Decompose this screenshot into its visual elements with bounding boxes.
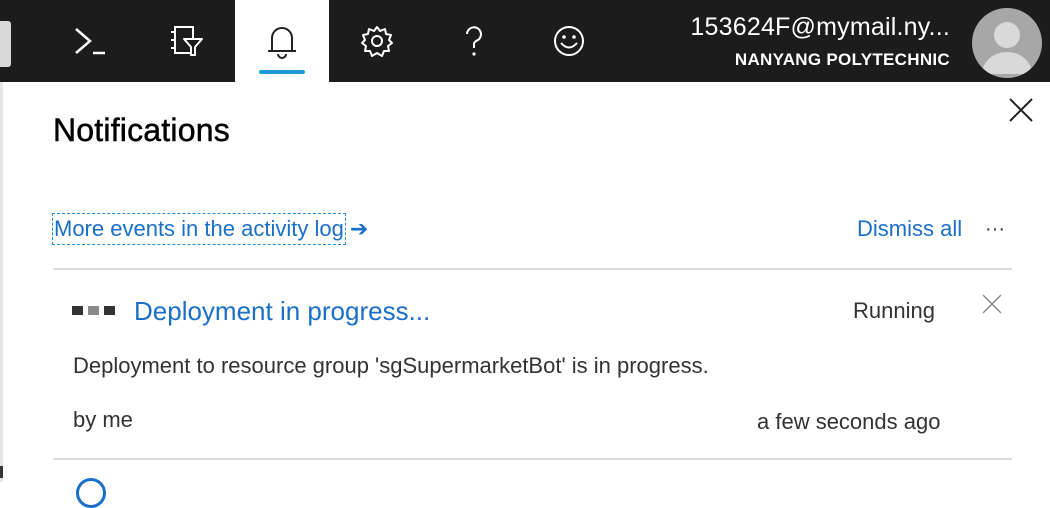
- divider: [53, 268, 1012, 270]
- notification-author: by me: [73, 407, 133, 432]
- feedback-smiley-icon: [554, 26, 584, 56]
- avatar[interactable]: [972, 8, 1042, 78]
- dismiss-notification-button[interactable]: [981, 293, 1003, 315]
- notification-description: Deployment to resource group 'sgSupermar…: [73, 353, 709, 378]
- progress-dots-icon: [72, 306, 116, 317]
- cloud-shell-icon: [75, 28, 105, 55]
- panel-edge: [0, 82, 3, 482]
- directory-filter-icon: [171, 26, 203, 56]
- notification-title[interactable]: Deployment in progress...: [134, 295, 430, 327]
- panel-edge-marker: [0, 466, 3, 478]
- top-bar: 153624F@mymail.ny... NANYANG POLYTECHNIC: [0, 0, 1050, 82]
- notifications-button[interactable]: [235, 0, 329, 82]
- help-question-icon: [466, 26, 482, 56]
- activity-log-link[interactable]: More events in the activity log ➔: [52, 212, 368, 246]
- directory-filter-button[interactable]: [139, 0, 233, 82]
- notification-timestamp: a few seconds ago: [757, 409, 941, 434]
- close-icon: [982, 294, 1002, 314]
- close-icon: [1009, 98, 1033, 122]
- active-tab-indicator: [259, 70, 305, 74]
- next-notification-icon: [76, 478, 106, 508]
- notifications-bell-icon: [268, 27, 296, 59]
- settings-gear-icon: [361, 26, 393, 57]
- account-menu[interactable]: 153624F@mymail.ny... NANYANG POLYTECHNIC: [690, 10, 950, 72]
- account-organization: NANYANG POLYTECHNIC: [734, 50, 950, 69]
- account-email: 153624F@mymail.ny...: [690, 13, 950, 41]
- dismiss-all-button[interactable]: Dismiss all: [857, 215, 962, 243]
- settings-button[interactable]: [330, 0, 424, 82]
- sidebar-edge[interactable]: [0, 21, 11, 67]
- feedback-button[interactable]: [522, 0, 616, 82]
- user-avatar-icon: [982, 22, 1032, 74]
- cloud-shell-button[interactable]: [43, 0, 137, 82]
- notification-status: Running: [853, 298, 935, 323]
- activity-log-link-label: More events in the activity log: [52, 213, 346, 245]
- divider: [53, 458, 1012, 460]
- page-title: Notifications: [53, 112, 230, 149]
- help-button[interactable]: [427, 0, 521, 82]
- more-options-icon[interactable]: ···: [983, 214, 1007, 244]
- arrow-right-icon: ➔: [349, 216, 369, 241]
- close-panel-button[interactable]: [1006, 95, 1036, 125]
